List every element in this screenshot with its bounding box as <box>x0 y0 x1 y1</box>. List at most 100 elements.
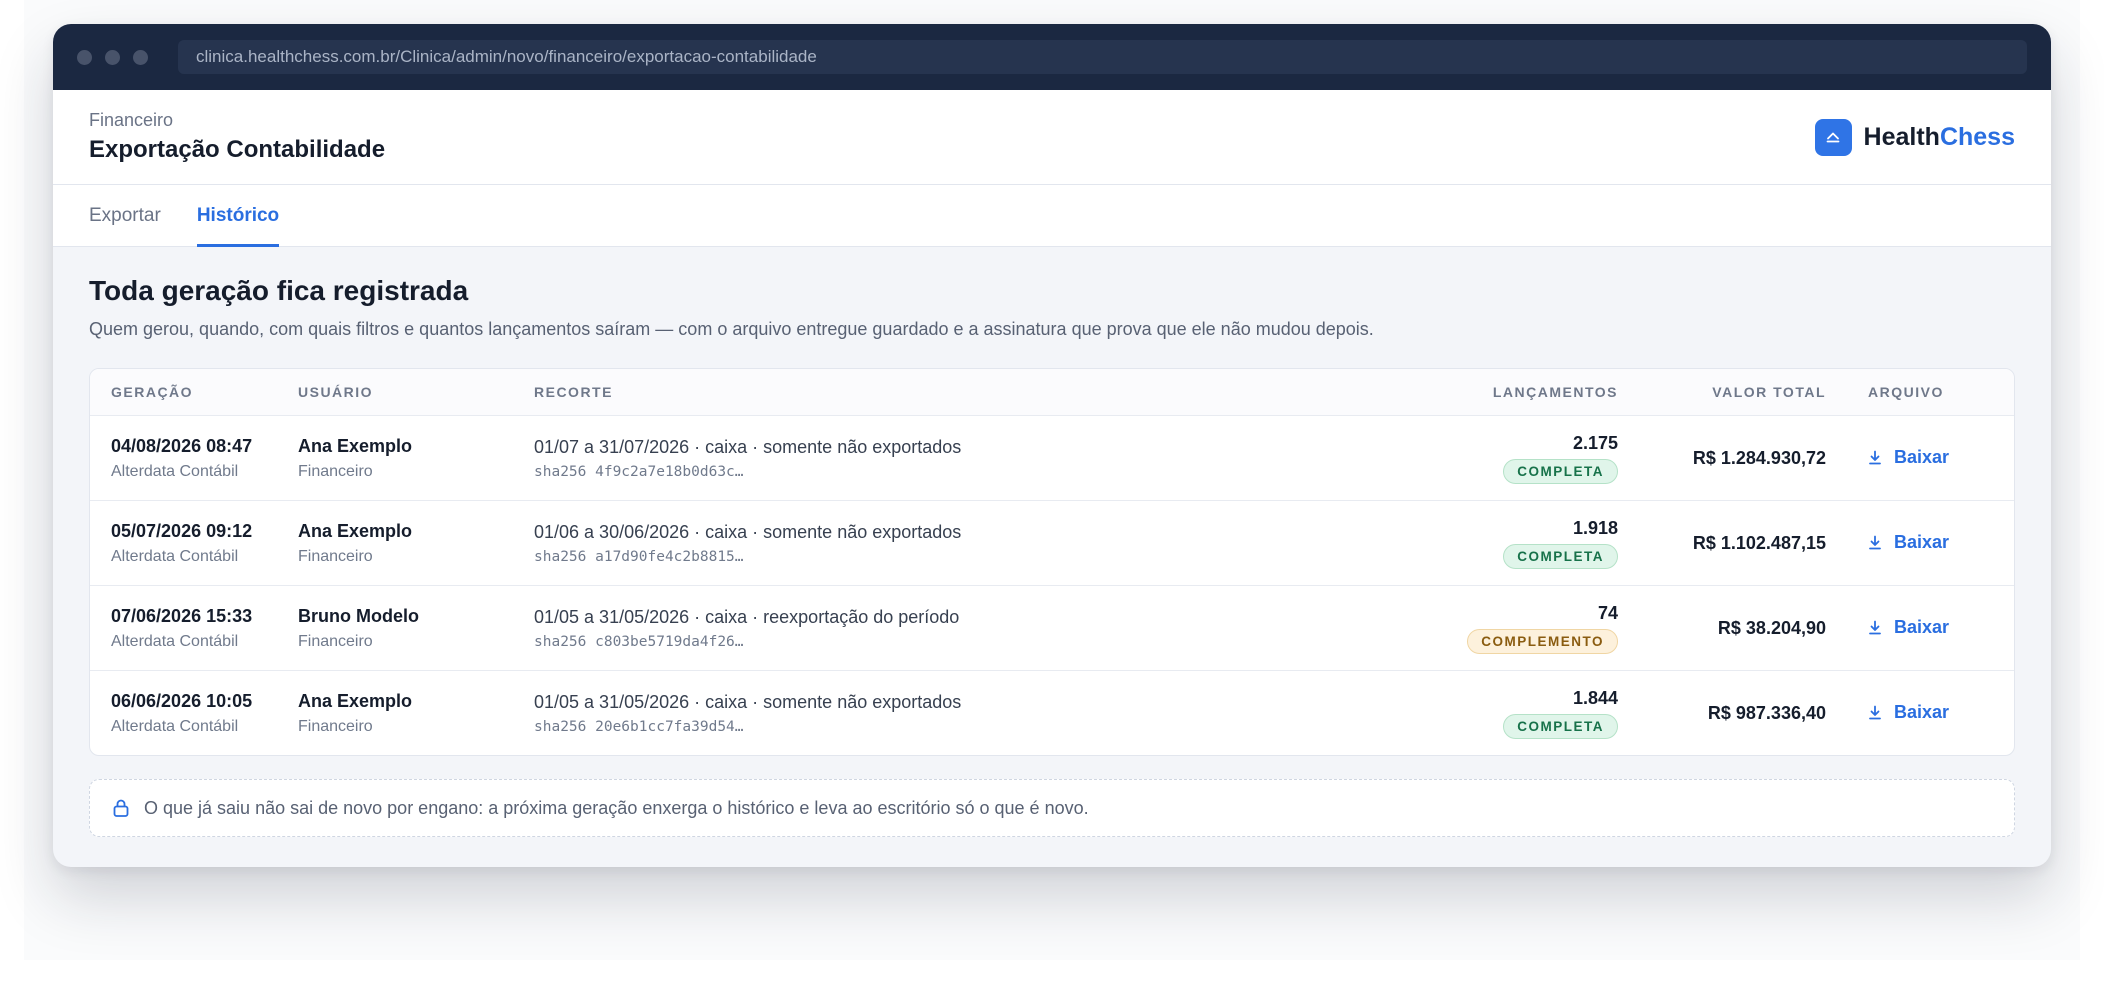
tab-exportar[interactable]: Exportar <box>89 185 161 247</box>
user-role: Financeiro <box>298 717 373 735</box>
cut-filters: 01/05 a 31/05/2026 · caixa · reexportaçã… <box>534 606 960 627</box>
info-note-text: O que já saiu não sai de novo por engano… <box>144 797 1089 818</box>
file-hash: sha256 20e6b1cc7fa39d54… <box>534 718 744 735</box>
cell-usuario: Ana Exemplo Financeiro <box>298 691 534 736</box>
download-icon <box>1869 620 1881 634</box>
cell-valor-total: R$ 38.204,90 <box>1618 618 1826 639</box>
table-header-row: Geração Usuário Recorte Lançamentos Valo… <box>90 369 2014 415</box>
user-role: Financeiro <box>298 462 373 480</box>
browser-window: clinica.healthchess.com.br/Clinica/admin… <box>53 24 2051 867</box>
window-controls <box>77 49 148 65</box>
page-title: Exportação Contabilidade <box>89 136 386 163</box>
window-close-dot[interactable] <box>77 49 92 65</box>
table-row: 06/06/2026 10:05 Alterdata Contábil Ana … <box>90 670 2014 755</box>
entries-count: 2.175 <box>1572 432 1618 453</box>
column-header-geracao: Geração <box>111 384 194 400</box>
browser-chrome: clinica.healthchess.com.br/Clinica/admin… <box>53 24 2051 90</box>
generation-system: Alterdata Contábil <box>111 717 239 735</box>
column-header-valor-total: Valor total <box>1712 384 1826 400</box>
cell-valor-total: R$ 1.102.487,15 <box>1618 533 1826 554</box>
cell-valor-total: R$ 1.284.930,72 <box>1618 448 1826 469</box>
tab-historico[interactable]: Histórico <box>196 185 280 247</box>
user-name: Ana Exemplo <box>298 520 413 541</box>
generation-date: 07/06/2026 15:33 <box>111 605 253 626</box>
column-header-arquivo: Arquivo <box>1868 384 1944 400</box>
column-header-lancamentos: Lançamentos <box>1492 384 1618 400</box>
status-badge: COMPLEMENTO <box>1467 628 1618 654</box>
cut-filters: 01/06 a 30/06/2026 · caixa · somente não… <box>534 521 962 542</box>
header-titles: Financeiro Exportação Contabilidade <box>89 110 385 164</box>
column-header-usuario: Usuário <box>298 384 374 400</box>
info-note: O que já saiu não sai de novo por engano… <box>89 779 2015 837</box>
generation-date: 06/06/2026 10:05 <box>111 690 253 711</box>
cell-arquivo: Baixar <box>1826 447 2014 470</box>
cell-usuario: Ana Exemplo Financeiro <box>298 521 534 566</box>
cell-recorte: 01/05 a 31/05/2026 · caixa · reexportaçã… <box>534 607 1398 650</box>
user-role: Financeiro <box>298 547 373 565</box>
download-label: Baixar <box>1894 616 1950 637</box>
total-value: R$ 987.336,40 <box>1707 702 1826 723</box>
breadcrumb[interactable]: Financeiro <box>89 110 385 131</box>
status-badge: COMPLETA <box>1503 543 1618 569</box>
download-button[interactable]: Baixar <box>1868 702 1949 723</box>
file-hash: sha256 4f9c2a7e18b0d63c… <box>534 463 744 480</box>
cell-recorte: 01/05 a 31/05/2026 · caixa · somente não… <box>534 692 1398 735</box>
brand-name-accent: Chess <box>1939 122 2015 151</box>
table-row: 05/07/2026 09:12 Alterdata Contábil Ana … <box>90 500 2014 585</box>
cell-lancamentos: 1.918 COMPLETA <box>1398 518 1618 569</box>
cell-geracao: 04/08/2026 08:47 Alterdata Contábil <box>90 436 298 481</box>
status-badge: COMPLETA <box>1503 713 1618 739</box>
cell-arquivo: Baixar <box>1826 532 2014 555</box>
table-row: 07/06/2026 15:33 Alterdata Contábil Brun… <box>90 585 2014 670</box>
cut-filters: 01/05 a 31/05/2026 · caixa · somente não… <box>534 691 962 712</box>
download-icon <box>1869 535 1881 549</box>
window-maximize-dot[interactable] <box>133 49 148 65</box>
cell-recorte: 01/07 a 31/07/2026 · caixa · somente não… <box>534 437 1398 480</box>
cell-valor-total: R$ 987.336,40 <box>1618 703 1826 724</box>
cell-lancamentos: 1.844 COMPLETA <box>1398 688 1618 739</box>
brand-name: HealthChess <box>1864 123 2015 152</box>
cell-geracao: 06/06/2026 10:05 Alterdata Contábil <box>90 691 298 736</box>
cell-lancamentos: 74 COMPLEMENTO <box>1398 603 1618 654</box>
user-name: Bruno Modelo <box>298 605 419 626</box>
entries-count: 1.844 <box>1572 687 1618 708</box>
cell-recorte: 01/06 a 30/06/2026 · caixa · somente não… <box>534 522 1398 565</box>
cell-lancamentos: 2.175 COMPLETA <box>1398 433 1618 484</box>
lock-icon <box>113 799 129 817</box>
window-minimize-dot[interactable] <box>105 49 120 65</box>
generation-date: 04/08/2026 08:47 <box>111 435 253 456</box>
history-table: Geração Usuário Recorte Lançamentos Valo… <box>89 368 2015 756</box>
download-button[interactable]: Baixar <box>1868 617 1949 638</box>
address-bar[interactable]: clinica.healthchess.com.br/Clinica/admin… <box>178 40 2027 74</box>
user-name: Ana Exemplo <box>298 690 413 711</box>
generation-date: 05/07/2026 09:12 <box>111 520 253 541</box>
download-button[interactable]: Baixar <box>1868 447 1949 468</box>
column-header-recorte: Recorte <box>534 384 613 400</box>
cut-filters: 01/07 a 31/07/2026 · caixa · somente não… <box>534 436 962 457</box>
tab-bar: Exportar Histórico <box>53 185 2051 247</box>
download-icon <box>1869 705 1881 719</box>
entries-count: 1.918 <box>1572 517 1618 538</box>
table-row: 04/08/2026 08:47 Alterdata Contábil Ana … <box>90 415 2014 500</box>
download-button[interactable]: Baixar <box>1868 532 1949 553</box>
cell-geracao: 07/06/2026 15:33 Alterdata Contábil <box>90 606 298 651</box>
file-hash: sha256 a17d90fe4c2b8815… <box>534 548 744 565</box>
generation-system: Alterdata Contábil <box>111 547 239 565</box>
download-icon <box>1869 450 1881 464</box>
address-bar-url: clinica.healthchess.com.br/Clinica/admin… <box>196 47 817 66</box>
total-value: R$ 1.284.930,72 <box>1692 447 1826 468</box>
file-hash: sha256 c803be5719da4f26… <box>534 633 744 650</box>
brand-name-primary: Health <box>1863 122 1940 151</box>
cell-arquivo: Baixar <box>1826 702 2014 725</box>
brand-logo: HealthChess <box>1814 118 2015 156</box>
entries-count: 74 <box>1597 602 1618 623</box>
user-role: Financeiro <box>298 632 373 650</box>
brand-mark-icon <box>1814 118 1852 156</box>
page-backdrop: clinica.healthchess.com.br/Clinica/admin… <box>24 0 2080 960</box>
generation-system: Alterdata Contábil <box>111 462 239 480</box>
cell-arquivo: Baixar <box>1826 617 2014 640</box>
page-header: Financeiro Exportação Contabilidade Heal… <box>53 90 2051 185</box>
section-description: Quem gerou, quando, com quais filtros e … <box>89 319 1374 339</box>
status-badge: COMPLETA <box>1503 458 1618 484</box>
cell-usuario: Ana Exemplo Financeiro <box>298 436 534 481</box>
